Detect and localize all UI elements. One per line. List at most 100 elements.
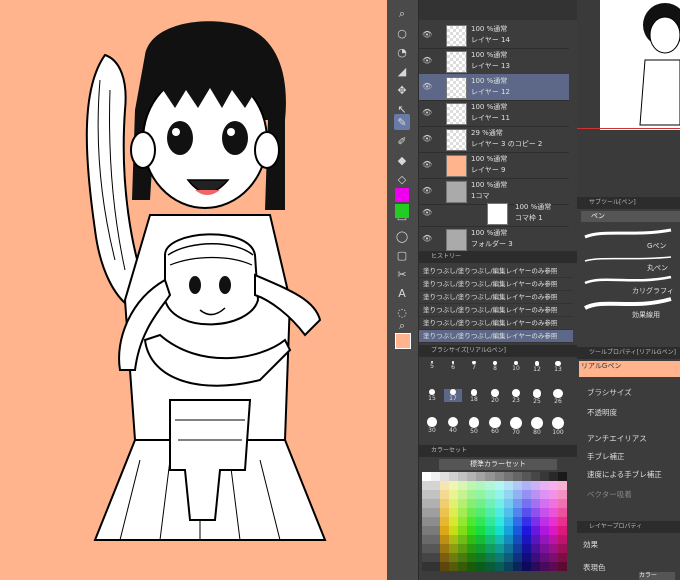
history-item-selected[interactable]: 塗りつぶし/塗りつぶし/編集レイヤーのみ参照 <box>419 330 573 343</box>
color-swatch[interactable] <box>494 526 504 535</box>
color-swatch[interactable] <box>539 535 549 544</box>
brush-size-option[interactable]: 50 <box>465 417 483 435</box>
color-swatch[interactable] <box>422 499 432 508</box>
color-swatch[interactable] <box>449 472 459 481</box>
color-swatch[interactable] <box>539 517 549 526</box>
color-swatch[interactable] <box>503 472 513 481</box>
brush-size-option[interactable]: 20 <box>486 389 504 404</box>
brush-size-option[interactable]: 26 <box>549 389 567 405</box>
layer-row[interactable]: 👁 100 %通常 レイヤー 14 <box>419 22 569 49</box>
brush-size-option[interactable]: 100 <box>549 417 567 436</box>
color-swatch[interactable] <box>440 499 450 508</box>
eye-icon[interactable]: 👁 <box>422 56 432 65</box>
color-swatch[interactable] <box>512 544 522 553</box>
color-swatch[interactable] <box>494 499 504 508</box>
color-swatch[interactable] <box>494 508 504 517</box>
color-swatch[interactable] <box>458 472 468 481</box>
color-swatch[interactable] <box>467 544 477 553</box>
color-swatch[interactable] <box>521 490 531 499</box>
color-swatch[interactable] <box>458 508 468 517</box>
color-swatch[interactable] <box>485 499 495 508</box>
color-swatch[interactable] <box>521 526 531 535</box>
color-swatch[interactable] <box>431 481 441 490</box>
layer-row[interactable]: 👁 100 %通常 レイヤー 9 <box>419 152 569 179</box>
navigator-thumbnail[interactable] <box>600 0 680 130</box>
color-swatch[interactable] <box>458 481 468 490</box>
color-swatch[interactable] <box>521 562 531 571</box>
color-swatch[interactable] <box>557 517 567 526</box>
color-swatch[interactable] <box>458 535 468 544</box>
color-swatch[interactable] <box>440 553 450 562</box>
color-swatch[interactable] <box>467 553 477 562</box>
property-stabilization[interactable]: 手ブレ補正 <box>587 451 625 462</box>
layer-row-selected[interactable]: 👁 100 %通常 レイヤー 12 <box>419 74 569 101</box>
color-swatch[interactable] <box>440 535 450 544</box>
color-swatch[interactable] <box>503 499 513 508</box>
effect-line-stroke[interactable] <box>583 296 673 310</box>
color-swatch[interactable] <box>440 544 450 553</box>
color-swatch[interactable] <box>476 553 486 562</box>
color-swatch[interactable] <box>476 544 486 553</box>
color-swatch[interactable] <box>494 490 504 499</box>
color-swatch[interactable] <box>458 526 468 535</box>
color-swatch[interactable] <box>548 544 558 553</box>
color-swatch[interactable] <box>494 517 504 526</box>
color-swatch[interactable] <box>530 544 540 553</box>
color-swatch[interactable] <box>485 517 495 526</box>
layer-row[interactable]: 👁 100 %通常 レイヤー 11 <box>419 100 569 127</box>
gpen-stroke[interactable] <box>583 227 673 241</box>
green-swatch[interactable] <box>395 204 409 218</box>
brush-size-option[interactable]: 80 <box>528 417 546 436</box>
color-swatch[interactable] <box>530 481 540 490</box>
color-swatch[interactable] <box>431 562 441 571</box>
ruler-icon[interactable]: ✂ <box>394 266 410 282</box>
pen-icon[interactable]: ✎ <box>394 114 410 130</box>
color-swatch[interactable] <box>557 490 567 499</box>
color-swatch[interactable] <box>548 553 558 562</box>
property-opacity[interactable]: 不透明度 <box>587 407 617 418</box>
color-swatch[interactable] <box>422 490 432 499</box>
color-swatch[interactable] <box>440 481 450 490</box>
magenta-swatch[interactable] <box>395 188 409 202</box>
color-swatch[interactable] <box>530 562 540 571</box>
brush-size-option[interactable]: 13 <box>549 361 567 373</box>
color-swatch[interactable] <box>512 517 522 526</box>
color-swatch[interactable] <box>548 490 558 499</box>
color-swatch[interactable] <box>494 562 504 571</box>
drawing-canvas[interactable] <box>0 0 387 580</box>
brush-size-option[interactable]: 8 <box>486 361 504 372</box>
color-swatch[interactable] <box>521 553 531 562</box>
eye-icon[interactable]: 👁 <box>422 160 432 169</box>
color-set-dropdown[interactable]: 標準カラーセット <box>439 459 557 470</box>
color-swatch[interactable] <box>476 472 486 481</box>
color-swatch[interactable] <box>557 481 567 490</box>
frame-icon[interactable]: ▢ <box>394 247 410 263</box>
color-swatch[interactable] <box>422 472 432 481</box>
text-icon[interactable]: A <box>394 285 410 301</box>
color-swatch[interactable] <box>494 472 504 481</box>
color-swatch[interactable] <box>431 517 441 526</box>
color-swatch[interactable] <box>422 562 432 571</box>
color-swatch[interactable] <box>530 526 540 535</box>
color-swatch[interactable] <box>539 544 549 553</box>
color-swatch[interactable] <box>485 481 495 490</box>
color-swatch[interactable] <box>485 526 495 535</box>
color-swatch[interactable] <box>521 535 531 544</box>
pencil-icon[interactable]: ✐ <box>394 133 410 149</box>
color-swatch[interactable] <box>503 517 513 526</box>
color-swatch[interactable] <box>485 508 495 517</box>
eye-icon[interactable]: 👁 <box>422 30 432 39</box>
color-swatch[interactable] <box>467 562 477 571</box>
color-swatch[interactable] <box>530 553 540 562</box>
layer-row-folder[interactable]: 👁 100 %通常 フォルダー 3 <box>419 226 569 253</box>
property-vector-snap[interactable]: ベクター吸着 <box>587 489 632 500</box>
color-swatch[interactable] <box>476 508 486 517</box>
color-swatch[interactable] <box>449 508 459 517</box>
color-swatch[interactable] <box>503 526 513 535</box>
color-swatch[interactable] <box>449 517 459 526</box>
history-item[interactable]: 塗りつぶし/塗りつぶし/編集レイヤーのみ参照 <box>419 291 573 304</box>
color-swatch[interactable] <box>503 481 513 490</box>
color-swatch[interactable] <box>476 526 486 535</box>
color-swatch[interactable] <box>503 553 513 562</box>
color-swatch[interactable] <box>476 562 486 571</box>
